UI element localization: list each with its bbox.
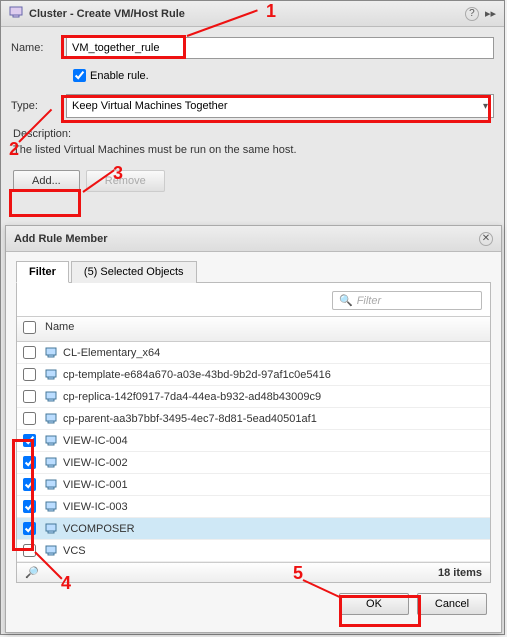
row-checkbox[interactable] (23, 522, 36, 535)
search-icon: 🔍 (339, 294, 353, 307)
type-select[interactable]: Keep Virtual Machines Together ▾ (66, 94, 494, 118)
table-row[interactable]: VIEW-IC-001 (17, 474, 490, 496)
row-name: CL-Elementary_x64 (63, 347, 484, 359)
dialog-titlebar: Cluster - Create VM/Host Rule ? ▸▸ (1, 1, 504, 27)
annotation-label-5: 5 (293, 563, 303, 584)
vm-icon (45, 501, 63, 513)
table-row[interactable]: CL-Elementary_x64 (17, 342, 490, 364)
row-name: VCS (63, 545, 484, 557)
table-row[interactable]: cp-template-e684a670-a03e-43bd-9b2d-97af… (17, 364, 490, 386)
add-rule-member-dialog: Add Rule Member ✕ Filter (5) Selected Ob… (5, 225, 502, 633)
chevron-down-icon: ▾ (483, 101, 488, 112)
column-header-name: Name (45, 321, 484, 337)
row-name: VIEW-IC-001 (63, 479, 484, 491)
filter-placeholder: Filter (357, 295, 381, 307)
description-text: The listed Virtual Machines must be run … (13, 144, 494, 156)
ok-button[interactable]: OK (339, 593, 409, 615)
type-select-value: Keep Virtual Machines Together (72, 100, 228, 112)
row-name: cp-replica-142f0917-7da4-44ea-b932-ad48b… (63, 391, 484, 403)
type-label: Type: (11, 100, 66, 112)
vm-icon (45, 369, 63, 381)
row-checkbox[interactable] (23, 500, 36, 513)
vm-icon (45, 391, 63, 403)
row-name: cp-parent-aa3b7bbf-3495-4ec7-8d81-5ead40… (63, 413, 484, 425)
table-row[interactable]: VIEW-IC-004 (17, 430, 490, 452)
row-name: VIEW-IC-003 (63, 501, 484, 513)
vm-icon (45, 479, 63, 491)
row-checkbox[interactable] (23, 346, 36, 359)
table-row[interactable]: VCOMPOSER (17, 518, 490, 540)
row-checkbox[interactable] (23, 456, 36, 469)
row-checkbox[interactable] (23, 412, 36, 425)
select-all-checkbox[interactable] (23, 321, 36, 334)
filter-input[interactable]: 🔍 Filter (332, 291, 482, 310)
row-name: VIEW-IC-004 (63, 435, 484, 447)
vm-icon (45, 435, 63, 447)
modal-titlebar: Add Rule Member ✕ (6, 226, 501, 252)
name-label: Name: (11, 42, 66, 54)
vm-icon (45, 347, 63, 359)
description-label: Description: (13, 128, 494, 140)
modal-title: Add Rule Member (14, 233, 479, 245)
annotation-label-4: 4 (61, 573, 71, 594)
help-icon[interactable]: ? (465, 7, 479, 21)
row-checkbox[interactable] (23, 390, 36, 403)
table-row[interactable]: VIEW-IC-002 (17, 452, 490, 474)
tab-filter[interactable]: Filter (16, 261, 69, 283)
find-icon[interactable]: 🔎 (25, 566, 39, 579)
vm-icon (45, 413, 63, 425)
row-checkbox[interactable] (23, 544, 36, 557)
cancel-button[interactable]: Cancel (417, 593, 487, 615)
table-row[interactable]: VIEW-IC-003 (17, 496, 490, 518)
dock-icon[interactable]: ▸▸ (485, 7, 496, 20)
vm-icon (45, 545, 63, 557)
enable-rule-label: Enable rule. (90, 70, 149, 82)
add-button[interactable]: Add... (13, 170, 80, 192)
tab-selected-objects[interactable]: (5) Selected Objects (71, 261, 197, 283)
item-count: 18 items (438, 567, 482, 579)
row-checkbox[interactable] (23, 434, 36, 447)
row-name: VCOMPOSER (63, 523, 484, 535)
grid-header: Name (17, 316, 490, 342)
vm-icon (45, 523, 63, 535)
table-row[interactable]: cp-parent-aa3b7bbf-3495-4ec7-8d81-5ead40… (17, 408, 490, 430)
row-checkbox[interactable] (23, 478, 36, 491)
row-checkbox[interactable] (23, 368, 36, 381)
row-name: VIEW-IC-002 (63, 457, 484, 469)
table-row[interactable]: cp-replica-142f0917-7da4-44ea-b932-ad48b… (17, 386, 490, 408)
table-row[interactable]: VCS (17, 540, 490, 562)
row-name: cp-template-e684a670-a03e-43bd-9b2d-97af… (63, 369, 484, 381)
name-input[interactable] (66, 37, 494, 59)
vm-icon (45, 457, 63, 469)
annotation-label-1: 1 (266, 1, 276, 22)
enable-rule-checkbox[interactable] (73, 69, 86, 82)
cluster-icon (9, 6, 23, 21)
annotation-label-2: 2 (9, 139, 19, 160)
annotation-label-3: 3 (113, 163, 123, 184)
close-icon[interactable]: ✕ (479, 232, 493, 246)
